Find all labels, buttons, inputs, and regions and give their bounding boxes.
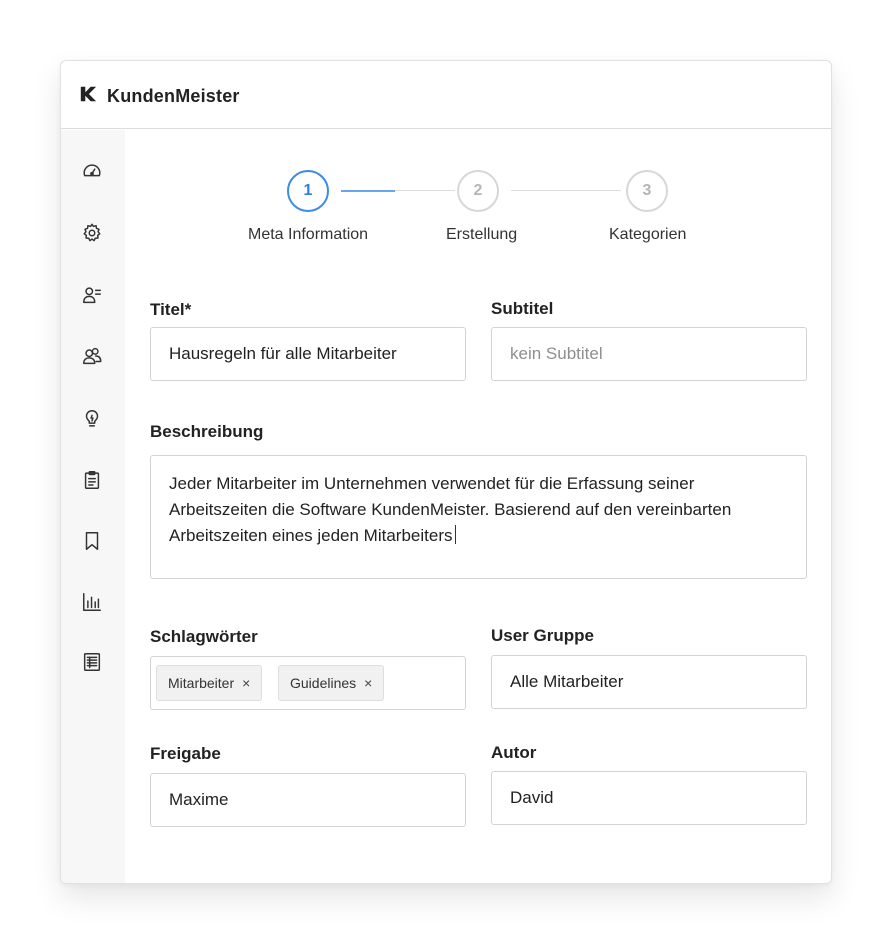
dashboard-gauge-icon[interactable] [80,159,104,183]
step-3-circle[interactable]: 3 [626,170,668,212]
author-label: Autor [491,743,537,762]
step-progress-line [341,190,395,192]
bookmark-icon[interactable] [80,529,104,553]
description-label: Beschreibung [150,422,264,441]
release-input[interactable]: Maxime [150,773,466,827]
step-1-label[interactable]: Meta Information [248,226,368,244]
author-input[interactable]: David [491,771,807,825]
bar-chart-icon[interactable] [80,590,104,614]
keywords-tag-input[interactable]: Mitarbeiter × Guidelines × [150,656,466,710]
description-line-3-text: Arbeitszeiten eines jeden Mitarbeiters [169,526,453,545]
subtitle-label: Subtitel [491,299,554,318]
tag-remove-icon[interactable]: × [242,675,250,691]
description-line-1: Jeder Mitarbeiter im Unternehmen verwend… [169,474,695,493]
users-group-icon[interactable] [80,344,104,368]
step-2-number: 2 [473,182,483,199]
step-1-circle[interactable]: 1 [287,170,329,212]
tag-label: Mitarbeiter [168,675,235,691]
step-3-label[interactable]: Kategorien [609,226,686,244]
tag-chip: Mitarbeiter × [156,665,263,701]
user-list-icon[interactable] [80,283,104,307]
description-line-2: Arbeitszeiten die Software KundenMeister… [169,500,732,519]
settings-gear-icon[interactable] [80,221,104,245]
lightbulb-icon[interactable] [80,407,104,431]
release-label: Freigabe [150,744,221,763]
title-label: Titel* [150,300,192,319]
brand-name[interactable]: KundenMeister [107,86,240,107]
tag-remove-icon[interactable]: × [364,675,372,691]
text-cursor [455,525,457,544]
step-connector-2 [511,190,621,191]
keywords-label: Schlagwörter [150,627,258,646]
k-logo-icon[interactable] [79,85,99,105]
tag-label: Guidelines [290,675,357,691]
document-list-icon[interactable] [80,650,104,674]
description-line-3: Arbeitszeiten eines jeden Mitarbeiters [169,523,788,549]
subtitle-input[interactable]: kein Subtitel [491,327,807,381]
step-2-circle[interactable]: 2 [457,170,499,212]
description-textarea[interactable]: Jeder Mitarbeiter im Unternehmen verwend… [150,455,807,579]
title-input[interactable]: Hausregeln für alle Mitarbeiter [150,327,466,381]
sidebar [61,130,125,883]
clipboard-icon[interactable] [80,468,104,492]
step-2-label[interactable]: Erstellung [446,226,517,244]
user-group-label: User Gruppe [491,626,594,645]
top-bar: KundenMeister [61,61,831,129]
tag-chip: Guidelines × [278,665,385,701]
editor-card: KundenMeister 1 2 3 Meta Information Ers… [60,60,832,884]
user-group-input[interactable]: Alle Mitarbeiter [491,655,807,709]
step-connector-1 [395,190,455,191]
step-1-number: 1 [303,182,313,199]
step-3-number: 3 [642,182,652,199]
